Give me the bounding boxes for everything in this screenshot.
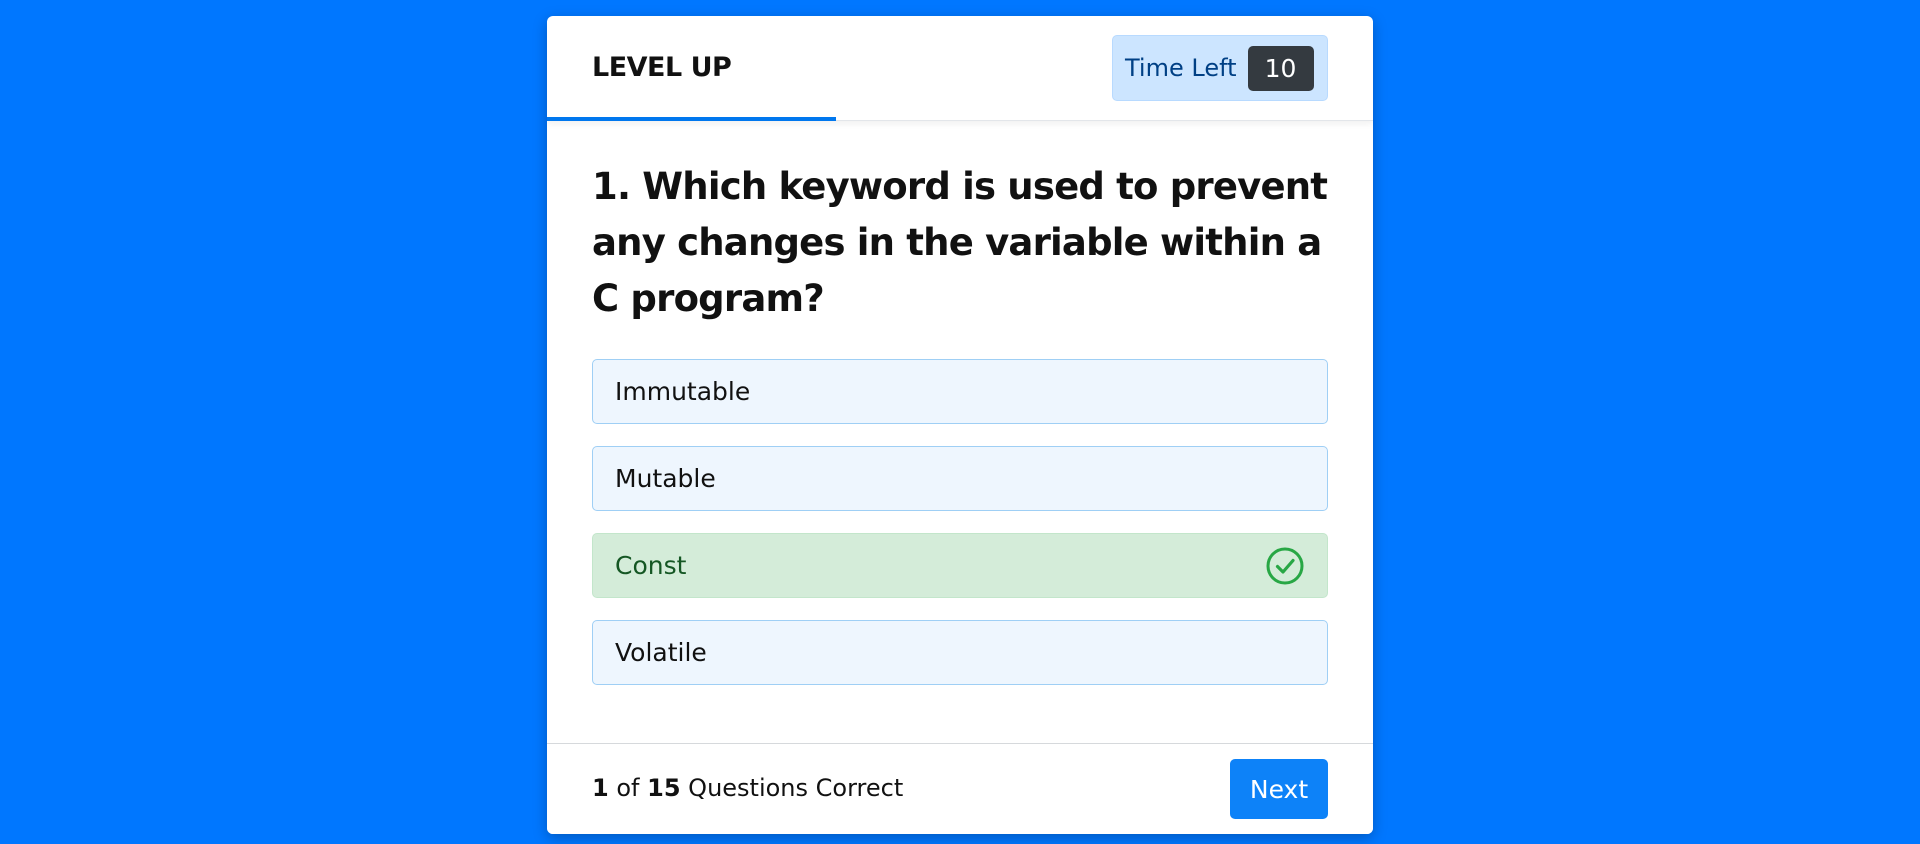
option-immutable[interactable]: Immutable xyxy=(592,359,1328,424)
time-progress-bar xyxy=(547,117,837,121)
option-label: Mutable xyxy=(615,464,716,493)
score-correct: 1 xyxy=(592,774,609,802)
timer-box: Time Left 10 xyxy=(1112,35,1328,101)
question-text: 1. Which keyword is used to prevent any … xyxy=(592,165,1328,320)
timer-label: Time Left xyxy=(1125,54,1237,82)
option-volatile[interactable]: Volatile xyxy=(592,620,1328,685)
quiz-card: LEVEL UP Time Left 10 1. Which keyword i… xyxy=(547,16,1373,834)
score-total: 15 xyxy=(647,774,681,802)
option-mutable[interactable]: Mutable xyxy=(592,446,1328,511)
score-text: 1 of 15 Questions Correct xyxy=(592,774,903,802)
score-of: of xyxy=(616,774,640,802)
score-suffix: Questions Correct xyxy=(688,774,904,802)
option-label: Volatile xyxy=(615,638,707,667)
timer-value-badge: 10 xyxy=(1247,45,1314,91)
card-header: LEVEL UP Time Left 10 xyxy=(547,16,1373,121)
card-body: 1. Which keyword is used to prevent any … xyxy=(547,159,1373,685)
option-label: Const xyxy=(615,551,687,580)
next-button[interactable]: Next xyxy=(1230,759,1328,819)
answer-options: Immutable Mutable Const Volatile xyxy=(592,359,1328,685)
card-footer: 1 of 15 Questions Correct Next xyxy=(547,743,1373,834)
option-label: Immutable xyxy=(615,377,751,406)
brand-title: LEVEL UP xyxy=(592,52,732,83)
check-circle-icon xyxy=(1266,547,1304,584)
option-const[interactable]: Const xyxy=(592,533,1328,598)
